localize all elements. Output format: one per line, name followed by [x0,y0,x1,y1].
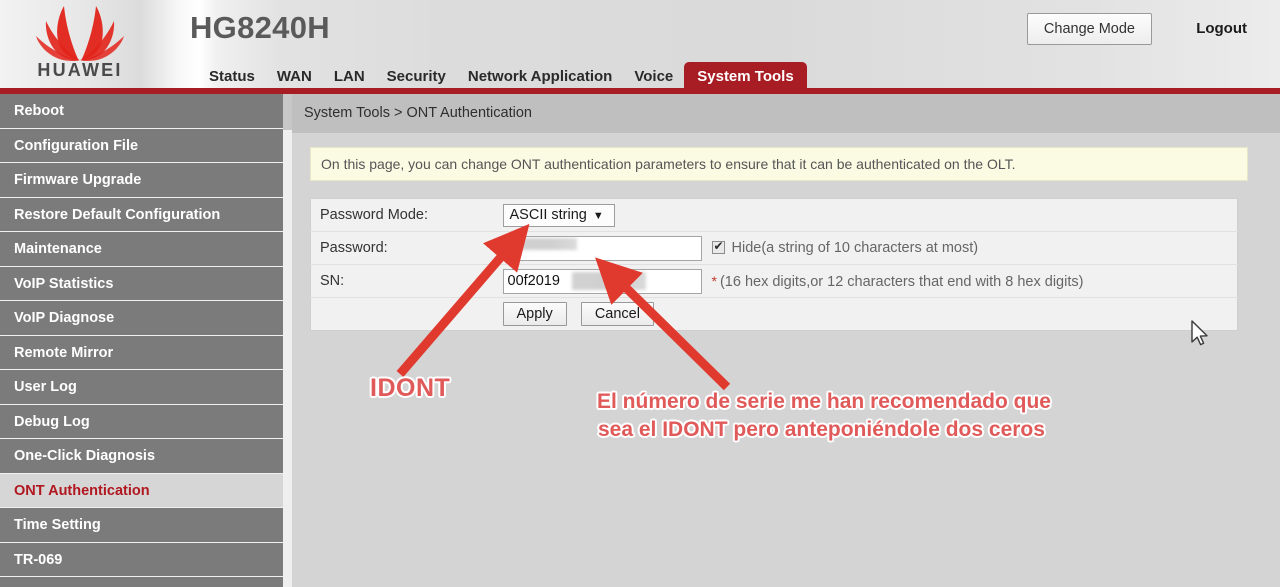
form-row-sn: SN: 00f2019 * (16 hex digits,or 12 charac… [310,264,1238,298]
sidebar-item-remote-mirror[interactable]: Remote Mirror [0,335,292,370]
sidebar-scrollbar[interactable] [283,94,292,587]
device-model-title: HG8240H [190,10,330,45]
nav-item-status[interactable]: Status [198,63,266,94]
sidebar-scrollbar-thumb[interactable] [283,94,292,130]
change-mode-button[interactable]: Change Mode [1026,13,1152,45]
sidebar-item-restore-default-configuration[interactable]: Restore Default Configuration [0,197,292,232]
nav-item-voice[interactable]: Voice [623,63,684,94]
nav-item-security[interactable]: Security [376,63,457,94]
page-header: HUAWEI HG8240H Status WAN LAN Security N… [0,0,1280,94]
buttons-cell: Apply Cancel [502,297,1238,331]
sidebar-item-firmware-upgrade[interactable]: Firmware Upgrade [0,163,292,198]
buttons-spacer-cell [310,297,503,331]
nav-item-wan[interactable]: WAN [266,63,323,94]
sidebar-item-tr-069[interactable]: TR-069 [0,542,292,577]
password-redaction-overlay [504,237,577,250]
nav-item-lan[interactable]: LAN [323,63,376,94]
ont-authentication-form: Password Mode: ASCII string ▼ Password: [310,198,1238,331]
sidebar-item-one-click-diagnosis[interactable]: One-Click Diagnosis [0,439,292,474]
sidebar-item-maintenance[interactable]: Maintenance [0,232,292,267]
nav-item-system-tools[interactable]: System Tools [684,62,807,94]
sn-hint-text: (16 hex digits,or 12 characters that end… [719,273,1084,290]
sidebar-item-configuration-file[interactable]: Configuration File [0,128,292,163]
sn-redaction-overlay [571,271,646,290]
logout-link[interactable]: Logout [1196,20,1247,37]
sn-input-value: 00f2019 [507,272,560,289]
required-asterisk-icon: * [711,272,717,289]
sidebar-item-debug-log[interactable]: Debug Log [0,404,292,439]
breadcrumb: System Tools > ONT Authentication [292,94,1280,133]
sidebar-item-user-log[interactable]: User Log [0,370,292,405]
form-row-password-mode: Password Mode: ASCII string ▼ [310,198,1238,232]
main-navigation: Status WAN LAN Security Network Applicat… [198,60,807,94]
password-field-cell [502,231,703,265]
password-label: Password: [310,231,503,265]
apply-button[interactable]: Apply [502,302,567,326]
sn-label: SN: [310,264,503,298]
password-mode-selected-value: ASCII string [509,206,587,223]
ont-authentication-panel: On this page, you can change ONT authent… [310,147,1248,331]
sidebar-item-time-setting[interactable]: Time Setting [0,508,292,543]
sidebar-item-voip-statistics[interactable]: VoIP Statistics [0,266,292,301]
huawei-flower-icon [36,6,124,62]
chevron-down-icon: ▼ [592,209,604,222]
password-hide-cell: Hide(a string of 10 characters at most) [702,231,1238,265]
sn-hint-cell: * (16 hex digits,or 12 characters that en… [702,264,1238,298]
password-mode-field-cell: ASCII string ▼ [502,198,703,232]
hide-password-label: Hide(a string of 10 characters at most) [731,240,979,256]
password-mode-hint-cell [702,198,1238,232]
sidebar-menu: Reboot Configuration File Firmware Upgra… [0,94,292,587]
password-mode-label: Password Mode: [310,198,503,232]
password-mode-select[interactable]: ASCII string ▼ [502,203,615,227]
main-content: System Tools > ONT Authentication On thi… [292,94,1280,587]
nav-item-network-application[interactable]: Network Application [457,63,623,94]
password-input[interactable] [502,235,702,261]
huawei-logo: HUAWEI [22,2,138,88]
browser-page: HUAWEI HG8240H Status WAN LAN Security N… [0,0,1280,587]
sn-field-cell: 00f2019 [502,264,703,298]
form-row-password: Password: Hide(a string of 10 characters… [310,231,1238,265]
sn-input[interactable]: 00f2019 [502,268,702,294]
form-row-buttons: Apply Cancel [310,297,1238,331]
hide-password-checkbox[interactable] [711,239,725,254]
sidebar-item-voip-diagnose[interactable]: VoIP Diagnose [0,301,292,336]
huawei-wordmark: HUAWEI [37,60,123,80]
sidebar-item-reboot[interactable]: Reboot [0,94,292,129]
cancel-button[interactable]: Cancel [580,302,654,326]
info-notice: On this page, you can change ONT authent… [310,147,1248,181]
sidebar-item-ont-authentication[interactable]: ONT Authentication [0,473,292,508]
